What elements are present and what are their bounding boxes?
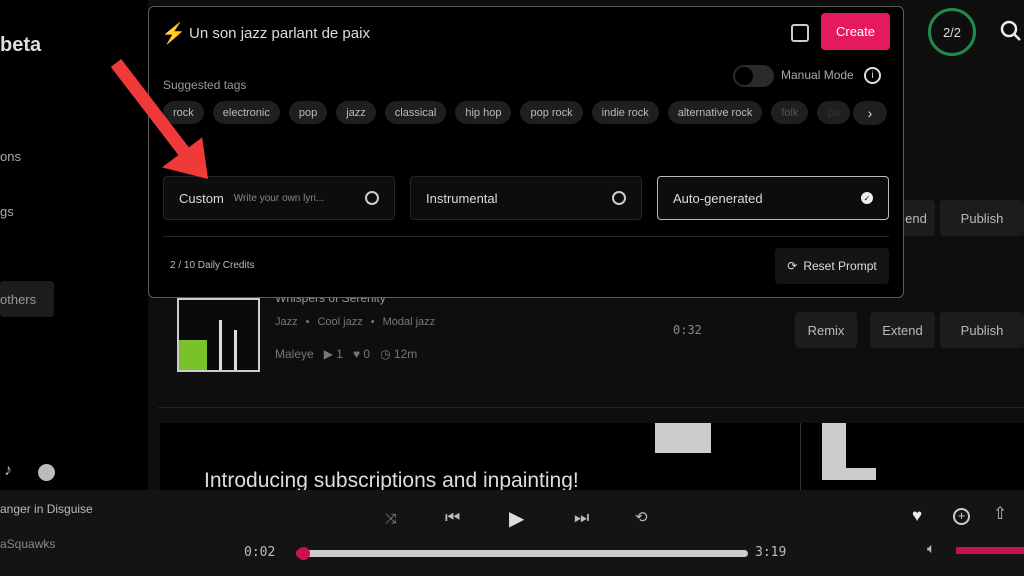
tag-chip[interactable]: folk bbox=[771, 101, 809, 124]
publish-button[interactable]: Publish bbox=[940, 312, 1024, 348]
others-label: others bbox=[0, 291, 37, 307]
create-prompt-panel: ⚡ Un son jazz parlant de paix Create Sug… bbox=[148, 6, 904, 298]
others-button[interactable]: others bbox=[0, 281, 54, 317]
extend-label: end bbox=[905, 210, 927, 226]
brand-logo: beta bbox=[0, 34, 42, 56]
progress-slider[interactable] bbox=[296, 547, 748, 560]
publish-button[interactable]: Publish bbox=[940, 200, 1024, 236]
tag[interactable]: Modal jazz bbox=[383, 316, 436, 328]
tag-chip[interactable]: jazz bbox=[336, 101, 376, 124]
reset-label: Reset Prompt bbox=[803, 259, 877, 273]
total-time: 3:19 bbox=[755, 545, 787, 560]
volume-slider[interactable] bbox=[956, 547, 1024, 554]
tag-chip[interactable]: indie rock bbox=[591, 101, 659, 124]
check-icon: ✓ bbox=[861, 192, 873, 204]
option-label: Custom bbox=[179, 190, 224, 206]
reset-prompt-button[interactable]: ⟳ Reset Prompt bbox=[775, 248, 889, 284]
song-row[interactable]: Whispers of Serenity Jazz • Cool jazz • Mo… bbox=[148, 280, 1024, 408]
next-icon[interactable]: ⏭ bbox=[574, 508, 589, 528]
player-bar: anger in Disguise aSquawks ⤨ ⏮ ▶ ⏭ ⟲ 0:0… bbox=[0, 490, 1024, 576]
add-to-playlist-icon[interactable]: + bbox=[953, 508, 970, 525]
option-label: Auto-generated bbox=[673, 190, 763, 206]
publish-label: Publish bbox=[960, 210, 1004, 226]
song-thumbnail[interactable] bbox=[177, 298, 260, 372]
volume-icon[interactable]: 🔈︎ bbox=[927, 540, 935, 557]
shuffle-icon[interactable]: ⤨ bbox=[385, 510, 396, 527]
song-tags: Jazz • Cool jazz • Modal jazz bbox=[275, 316, 436, 328]
remix-label: Remix bbox=[807, 322, 845, 338]
lightning-icon: ⚡ bbox=[161, 23, 186, 45]
tag-chip[interactable]: classical bbox=[384, 101, 447, 124]
extend-button[interactable]: Extend bbox=[870, 312, 935, 348]
create-label: Create bbox=[835, 24, 876, 39]
song-age: ◷ 12m bbox=[380, 347, 418, 361]
option-label: Instrumental bbox=[426, 190, 498, 206]
like-count: ♥ 0 bbox=[352, 347, 371, 361]
banner-graphic bbox=[655, 423, 711, 453]
elapsed-time: 0:02 bbox=[244, 545, 276, 560]
option-hint: Write your own lyri... bbox=[233, 192, 325, 204]
tag-chip[interactable]: hip hop bbox=[455, 101, 512, 124]
credits-ring: 2/2 bbox=[928, 8, 976, 56]
track-artist[interactable]: aSquawks bbox=[0, 537, 55, 551]
announcement-banner[interactable]: Introducing subscriptions and inpainting… bbox=[160, 423, 1024, 490]
track-title[interactable]: anger in Disguise bbox=[0, 502, 93, 516]
tag-chip[interactable]: pop bbox=[288, 101, 328, 124]
tag[interactable]: Cool jazz bbox=[317, 316, 362, 328]
tag-chip[interactable]: electronic bbox=[212, 101, 280, 124]
red-arrow-annotation bbox=[110, 59, 209, 180]
sidebar-item[interactable]: ons bbox=[0, 149, 21, 164]
heart-icon[interactable]: ♥ bbox=[912, 506, 922, 526]
radio-icon bbox=[365, 191, 379, 205]
repeat-icon[interactable]: ⟲ bbox=[635, 508, 648, 526]
previous-icon[interactable]: ⏮ bbox=[445, 508, 460, 528]
banner-graphic bbox=[822, 423, 846, 480]
refresh-icon: ⟳ bbox=[787, 259, 798, 273]
tag-chip[interactable]: pu bbox=[817, 101, 850, 124]
prompt-input[interactable]: Un son jazz parlant de paix bbox=[189, 25, 749, 42]
divider bbox=[158, 407, 1024, 408]
manual-mode-toggle[interactable] bbox=[733, 65, 774, 87]
divider bbox=[163, 236, 889, 237]
play-icon[interactable]: ▶ bbox=[509, 506, 524, 531]
daily-credits: 2 / 10 Daily Credits bbox=[170, 260, 255, 271]
tag-list: rock electronic pop jazz classical hip hop pop… bbox=[163, 101, 873, 125]
lyrics-option-instrumental[interactable]: Instrumental bbox=[410, 176, 642, 220]
share-icon[interactable]: ⇧ bbox=[993, 504, 1007, 524]
tag[interactable]: Jazz bbox=[275, 316, 298, 328]
search-icon[interactable] bbox=[1000, 20, 1022, 42]
reddit-icon[interactable] bbox=[38, 464, 55, 481]
tiktok-icon[interactable]: ♪ bbox=[4, 462, 12, 480]
remix-button[interactable]: Remix bbox=[795, 312, 857, 348]
info-icon[interactable]: i bbox=[864, 67, 881, 84]
sidebar-item[interactable]: gs bbox=[0, 204, 14, 219]
tags-next-button[interactable]: › bbox=[853, 101, 887, 125]
extend-label: Extend bbox=[882, 322, 923, 338]
radio-icon bbox=[612, 191, 626, 205]
banner-text: Introducing subscriptions and inpainting… bbox=[204, 469, 579, 490]
dice-icon[interactable] bbox=[791, 24, 809, 42]
play-count: ▶ 1 bbox=[323, 347, 343, 361]
manual-mode-label: Manual Mode bbox=[781, 68, 854, 82]
song-author[interactable]: Maleye bbox=[275, 347, 314, 361]
tag-chip[interactable]: pop rock bbox=[520, 101, 583, 124]
song-meta: Maleye ▶ 1 ♥ 0 ◷ 12m bbox=[275, 347, 417, 361]
publish-label: Publish bbox=[960, 322, 1004, 338]
lyrics-option-auto-generated[interactable]: Auto-generated ✓ bbox=[657, 176, 889, 220]
create-button[interactable]: Create bbox=[821, 13, 890, 50]
tag-chip[interactable]: alternative rock bbox=[667, 101, 763, 124]
song-duration: 0:32 bbox=[673, 323, 702, 337]
